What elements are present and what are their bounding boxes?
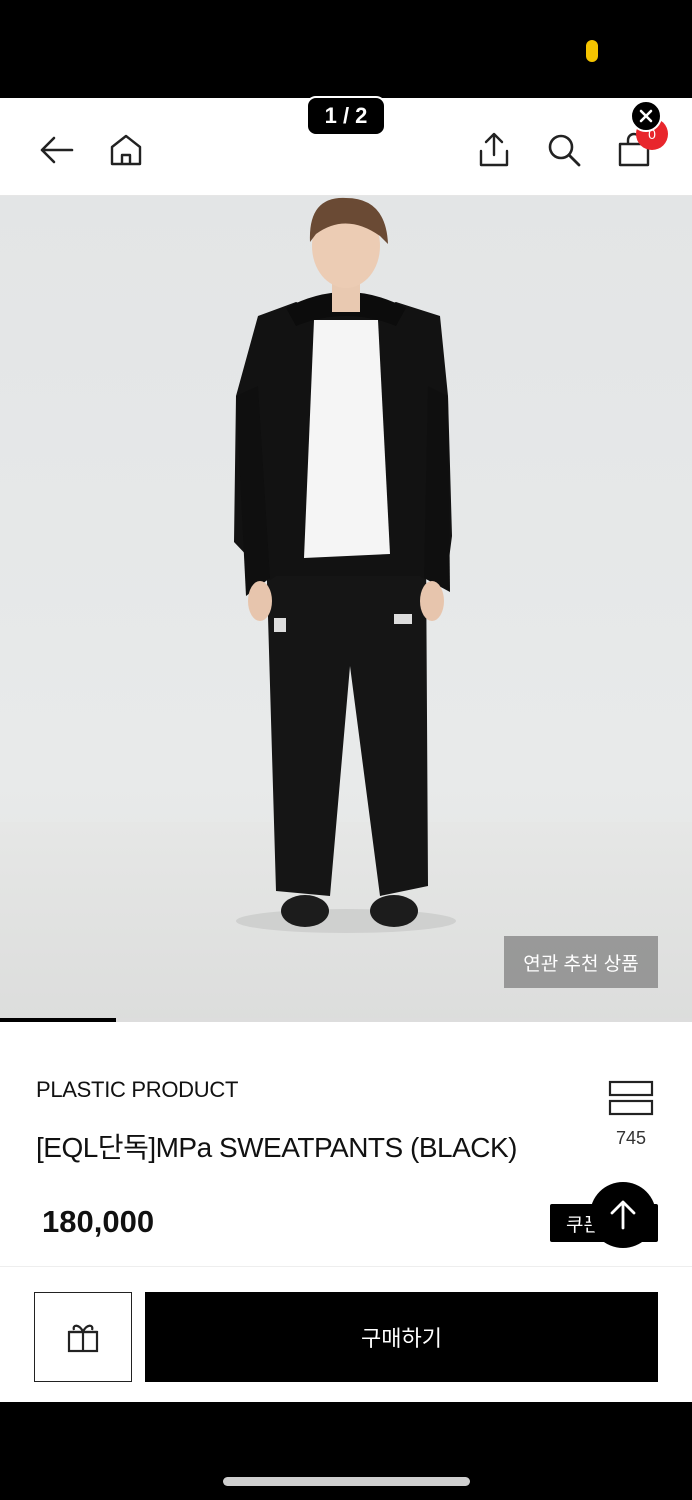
back-button[interactable] [36,130,76,170]
view-toggle-icon [608,1080,654,1116]
gallery-page-indicator: 1 / 2 [306,96,386,136]
view-toggle-button[interactable] [608,1080,654,1116]
search-button[interactable] [544,130,584,170]
arrow-up-icon [610,1200,636,1230]
buy-button[interactable]: 구매하기 [145,1292,658,1382]
related-products-button[interactable]: 연관 추천 상품 [504,936,658,988]
close-icon [639,109,653,123]
brand-name[interactable]: PLASTIC PRODUCT [36,1077,238,1103]
scroll-to-top-button[interactable] [590,1182,656,1248]
share-button[interactable] [474,130,514,170]
home-icon [110,134,142,166]
status-bar [0,0,692,98]
product-image-gallery[interactable] [0,196,692,1022]
search-icon [548,134,581,167]
gift-icon [67,1324,99,1353]
home-button[interactable] [106,130,146,170]
arrow-left-icon [40,136,74,164]
product-price: 180,000 [42,1204,155,1239]
status-indicator-icon [586,40,598,62]
home-indicator[interactable] [223,1477,470,1486]
gift-button[interactable] [34,1292,132,1382]
share-icon [479,132,509,167]
close-button[interactable] [630,100,662,132]
product-model-photo [234,197,456,933]
product-name: [EQL단독]MPa SWEATPANTS (BLACK) [36,1132,517,1163]
view-count: 745 [615,1128,647,1148]
